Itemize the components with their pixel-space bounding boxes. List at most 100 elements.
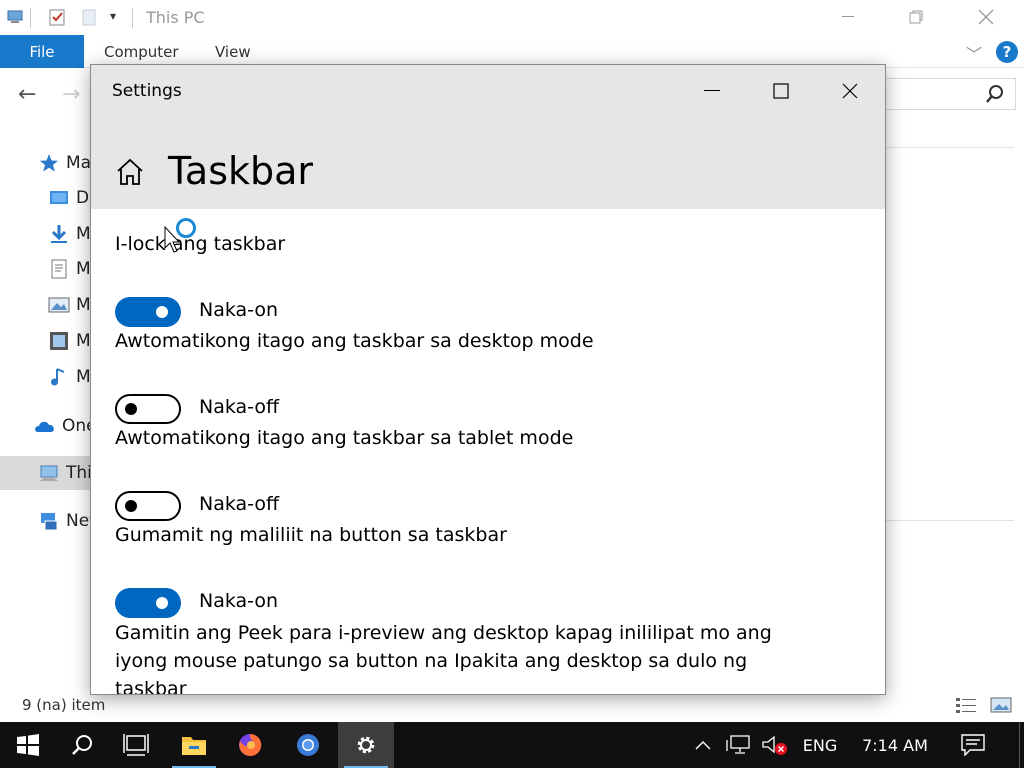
content-divider — [886, 147, 1014, 148]
nav-tree-item-label: M — [76, 331, 90, 351]
busy-spinner-icon — [176, 218, 196, 238]
nav-tree-item[interactable]: This — [0, 456, 90, 490]
toggle-state-label: Naka-off — [199, 493, 280, 515]
content-divider — [886, 520, 1014, 521]
toggle-state-label: Naka-off — [199, 396, 280, 418]
search-icon — [986, 85, 1003, 103]
close-icon — [978, 9, 994, 25]
nav-tree-item[interactable]: Net — [0, 504, 90, 538]
file-tab[interactable]: File — [0, 35, 84, 68]
status-item-count: 9 (na) item — [22, 696, 106, 714]
show-hidden-icons-button[interactable] — [690, 722, 716, 768]
explorer-minimize-button[interactable] — [828, 4, 868, 30]
tab-view[interactable]: View — [215, 43, 251, 61]
network-tray-button[interactable] — [724, 722, 754, 768]
chevron-up-icon — [695, 741, 711, 750]
tab-computer[interactable]: Computer — [104, 43, 179, 61]
minimize-icon — [704, 90, 720, 91]
large-icons-view-icon[interactable] — [990, 696, 1012, 714]
task-view-button[interactable] — [108, 722, 164, 768]
pictures-icon — [48, 297, 70, 313]
restore-icon — [909, 10, 923, 24]
forward-arrow-icon[interactable]: → — [62, 82, 80, 107]
setting-label: Gumamit ng maliliit na button sa taskbar — [115, 524, 507, 546]
documents-icon — [51, 259, 67, 279]
toggle-knob — [156, 597, 168, 609]
nav-tree-item-label: Ma — [66, 153, 90, 173]
firefox-taskbar-button[interactable] — [222, 722, 278, 768]
nav-tree-item-label: D — [76, 188, 90, 208]
settings-window-title: Settings — [112, 81, 182, 101]
settings-window: Settings Taskbar I-lock ang taskbar Naka-… — [90, 64, 886, 695]
setting-label: Awtomatikong itago ang taskbar sa tablet… — [115, 427, 574, 449]
properties-icon[interactable] — [48, 8, 66, 26]
network-icon — [41, 513, 58, 531]
toggle-knob — [156, 306, 168, 318]
firefox-icon — [239, 733, 262, 756]
back-arrow-icon[interactable]: ← — [18, 82, 36, 107]
settings-close-button[interactable] — [827, 75, 873, 107]
nav-tree-item-label: This — [66, 463, 90, 483]
nav-tree-item[interactable]: M — [0, 288, 90, 322]
settings-taskbar-button[interactable] — [338, 722, 394, 768]
start-button[interactable] — [0, 722, 56, 768]
nav-tree-item[interactable]: D — [0, 181, 90, 215]
chromium-taskbar-button[interactable] — [280, 722, 336, 768]
nav-tree-item[interactable]: M — [0, 252, 90, 286]
task-view-icon — [123, 734, 149, 756]
this-pc-app-icon — [7, 10, 23, 23]
toggle-knob — [125, 403, 137, 415]
volume-tray-button[interactable] — [760, 722, 790, 768]
music-icon — [51, 368, 65, 386]
toggle-state-label: Naka-on — [199, 299, 279, 321]
nav-tree-item-label: M — [76, 224, 90, 244]
input-language-indicator[interactable]: ENG — [798, 722, 842, 768]
search-taskbar-button[interactable] — [54, 722, 110, 768]
nav-tree-item[interactable]: One — [0, 409, 90, 443]
details-view-icon[interactable] — [955, 696, 977, 714]
clock[interactable]: 7:14 AM — [852, 722, 938, 768]
minimize-icon — [842, 16, 854, 17]
settings-maximize-button[interactable] — [758, 75, 804, 107]
settings-minimize-button[interactable] — [689, 75, 735, 107]
folder-icon — [182, 737, 206, 755]
customize-quick-access-icon[interactable]: ▾ — [110, 9, 116, 23]
nav-tree-item[interactable]: Ma — [0, 146, 90, 180]
search-box[interactable] — [886, 78, 1016, 110]
notifications-icon — [961, 734, 985, 756]
expand-ribbon-chevron-icon[interactable]: ﹀ — [966, 41, 982, 65]
action-center-button[interactable] — [950, 722, 996, 768]
setting-toggle-switch[interactable] — [115, 491, 181, 521]
desktop-folder-icon — [50, 191, 68, 204]
nav-tree-item-label: M — [76, 295, 90, 315]
videos-icon — [50, 332, 68, 350]
file-explorer-taskbar-button[interactable] — [166, 722, 222, 768]
explorer-title: This PC — [146, 8, 205, 27]
nav-tree-item[interactable]: M — [0, 217, 90, 251]
help-button[interactable]: ? — [996, 41, 1018, 63]
search-icon — [72, 735, 92, 755]
onedrive-icon — [35, 421, 54, 432]
nav-tree-item[interactable]: M — [0, 324, 90, 358]
new-folder-icon[interactable] — [80, 8, 98, 26]
home-icon[interactable] — [115, 158, 145, 186]
settings-content: I-lock ang taskbar Naka-on Awtomatikong it… — [91, 209, 885, 694]
chromium-icon — [297, 734, 319, 756]
volume-muted-icon — [762, 735, 787, 755]
page-title: Taskbar — [168, 149, 314, 193]
toggle-state-label: Naka-on — [199, 590, 279, 612]
quick-access-toolbar: ▾ This PC — [0, 0, 1024, 35]
show-desktop-button[interactable] — [1019, 722, 1020, 768]
nav-tree-item[interactable]: M — [0, 360, 90, 394]
setting-toggle-switch[interactable] — [115, 297, 181, 327]
nav-tree-item-label: One — [62, 416, 90, 436]
explorer-close-button[interactable] — [966, 4, 1006, 30]
downloads-icon — [51, 225, 67, 243]
explorer-restore-button[interactable] — [896, 4, 936, 30]
gear-icon — [357, 736, 375, 754]
this-pc-icon — [40, 465, 58, 481]
setting-toggle-switch[interactable] — [115, 588, 181, 618]
setting-label: I-lock ang taskbar — [115, 233, 286, 255]
setting-toggle-switch[interactable] — [115, 394, 181, 424]
toggle-knob — [125, 500, 137, 512]
